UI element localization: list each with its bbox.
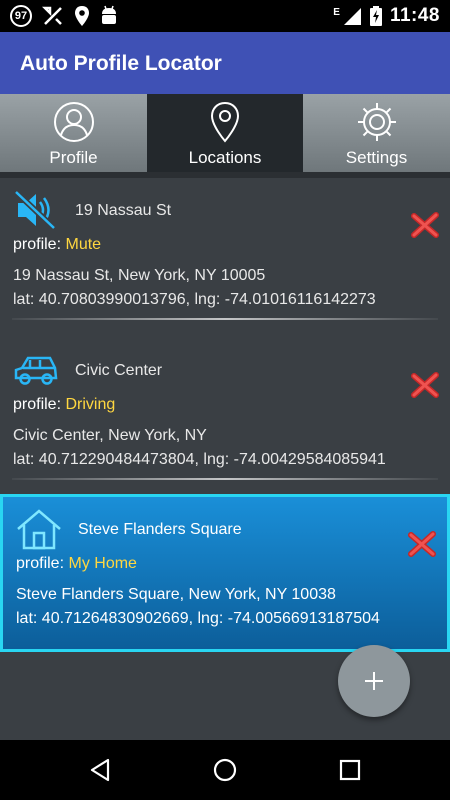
map-pin-icon <box>210 101 240 143</box>
delete-icon[interactable] <box>407 530 437 558</box>
profile-value: Driving <box>65 396 116 413</box>
home-icon <box>17 509 61 550</box>
recents-icon[interactable] <box>336 756 364 784</box>
back-icon[interactable] <box>86 756 114 784</box>
tab-label: Profile <box>49 148 98 167</box>
app-title: Auto Profile Locator <box>20 52 222 75</box>
profile-label: profile: <box>13 236 62 253</box>
location-profile: profile: Mute <box>13 236 101 254</box>
location-name: 19 Nassau St <box>75 202 172 219</box>
tab-label: Settings <box>345 148 408 167</box>
location-card-selected[interactable]: Steve Flanders Square profile: My Home S… <box>0 494 450 652</box>
profile-label: profile: <box>16 555 65 572</box>
profile-value: Mute <box>65 236 102 253</box>
signal-icon <box>343 8 361 25</box>
tab-locations[interactable]: Locations <box>147 94 303 172</box>
tab-settings[interactable]: Settings <box>303 94 450 172</box>
gear-icon <box>357 103 396 141</box>
mute-speaker-icon <box>13 189 57 231</box>
status-bar: 97 E 11:48 <box>0 0 450 32</box>
location-name: Civic Center <box>75 362 163 379</box>
tab-profile[interactable]: Profile <box>0 94 147 172</box>
android-icon <box>102 5 116 24</box>
network-type-label: E <box>333 6 340 18</box>
location-profile: profile: My Home <box>16 555 137 573</box>
profile-label: profile: <box>13 396 62 413</box>
tools-icon <box>42 6 62 25</box>
add-location-button[interactable] <box>338 645 410 717</box>
location-address: Steve Flanders Square, New York, NY 1003… <box>16 586 336 603</box>
location-address: 19 Nassau St, New York, NY 10005 <box>13 267 266 284</box>
clock: 11:48 <box>389 5 440 26</box>
person-icon <box>53 102 94 142</box>
home-circle-icon[interactable] <box>211 756 239 784</box>
delete-icon[interactable] <box>410 371 440 399</box>
location-coordinates: lat: 40.70803990013796, lng: -74.0101611… <box>13 291 376 308</box>
profile-value: My Home <box>68 555 137 572</box>
badge-97-icon: 97 <box>10 5 32 27</box>
location-address: Civic Center, New York, NY <box>13 427 207 444</box>
location-coordinates: lat: 40.71264830902669, lng: -74.0056691… <box>16 610 380 627</box>
tab-bar: Profile Locations Settings <box>0 94 450 172</box>
car-icon <box>14 356 58 385</box>
location-card[interactable]: Civic Center profile: Driving Civic Cent… <box>0 338 450 488</box>
delete-icon[interactable] <box>410 211 440 239</box>
plus-icon <box>365 672 383 690</box>
battery-charging-icon <box>369 6 382 26</box>
location-coordinates: lat: 40.712290484473804, lng: -74.004295… <box>13 451 386 468</box>
location-name: Steve Flanders Square <box>78 521 242 538</box>
location-pin-icon <box>75 6 89 26</box>
tab-label: Locations <box>188 148 262 167</box>
location-profile: profile: Driving <box>13 396 115 414</box>
navigation-bar <box>0 740 450 800</box>
app-bar: Auto Profile Locator <box>0 32 450 94</box>
divider <box>12 478 438 480</box>
location-card[interactable]: 19 Nassau St profile: Mute 19 Nassau St,… <box>0 178 450 328</box>
divider <box>12 318 438 320</box>
